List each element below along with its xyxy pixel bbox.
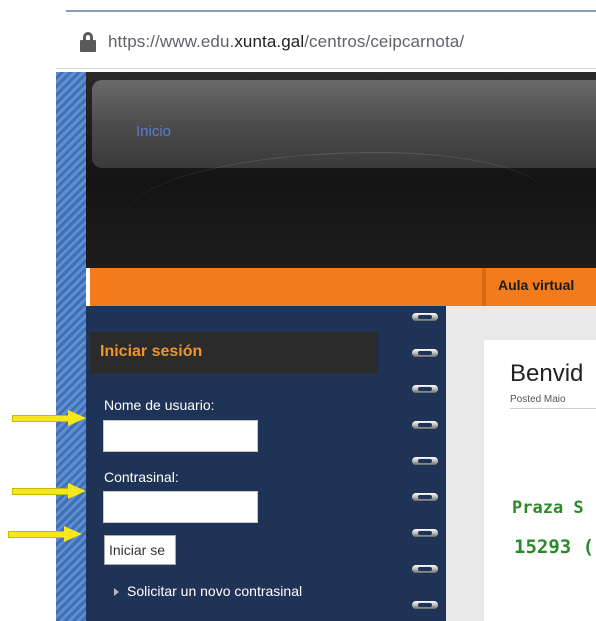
spiral-ring-icon (412, 384, 438, 394)
url-prefix: https://www.edu. (108, 32, 235, 51)
spiral-ring-icon (412, 564, 438, 574)
post-divider (510, 408, 596, 409)
nav-link-inicio[interactable]: Inicio (136, 123, 171, 140)
post-postal-line: 15293 ( (514, 536, 595, 558)
password-input[interactable] (103, 491, 258, 523)
url-path: /centros/ceipcarnota/ (304, 32, 465, 51)
login-title: Iniciar sesión (100, 343, 203, 360)
url-text[interactable]: https://www.edu.xunta.gal/centros/ceipca… (108, 32, 464, 52)
triangle-bullet-icon (114, 588, 119, 597)
spiral-ring-icon (412, 600, 438, 610)
spiral-ring-icon (412, 312, 438, 322)
post-address-line: Praza S (512, 498, 584, 518)
spiral-ring-icon (412, 456, 438, 466)
login-button[interactable]: Iniciar se (104, 535, 176, 565)
nav-link-aula-virtual[interactable]: Aula virtual (498, 277, 574, 293)
window-top-border (66, 10, 596, 12)
password-label: Contrasinal: (104, 469, 179, 485)
spiral-ring-icon (412, 492, 438, 502)
forgot-password-label: Solicitar un novo contrasinal (127, 583, 303, 599)
arrow-icon (12, 483, 86, 499)
login-title-bar: Iniciar sesión (90, 332, 378, 374)
arrow-icon (12, 410, 86, 426)
spiral-ring-icon (412, 528, 438, 538)
site-header: Inicio (86, 72, 596, 268)
post-title[interactable]: Benvid (510, 360, 583, 388)
menu-bar-divider (482, 268, 486, 306)
main-content: Benvid Posted Maio Praza S 15293 ( (446, 306, 596, 621)
post-card: Benvid Posted Maio Praza S 15293 ( (484, 340, 596, 621)
username-label: Nome de usuario: (104, 397, 215, 413)
spiral-ring-icon (412, 348, 438, 358)
spiral-ring-icon (412, 420, 438, 430)
header-decoration (126, 152, 546, 262)
post-meta: Posted Maio (510, 394, 566, 405)
web-page: Inicio Aula virtual Iniciar sesión Nome … (56, 72, 596, 621)
sidebar: Iniciar sesión Nome de usuario: Contrasi… (86, 306, 418, 621)
address-bar-divider (56, 68, 596, 69)
url-domain: xunta.gal (234, 32, 305, 51)
lock-icon (80, 32, 96, 52)
spiral-binding (412, 306, 446, 621)
arrow-icon (8, 526, 82, 542)
forgot-password-link[interactable]: Solicitar un novo contrasinal (114, 583, 302, 599)
username-input[interactable] (103, 420, 258, 452)
